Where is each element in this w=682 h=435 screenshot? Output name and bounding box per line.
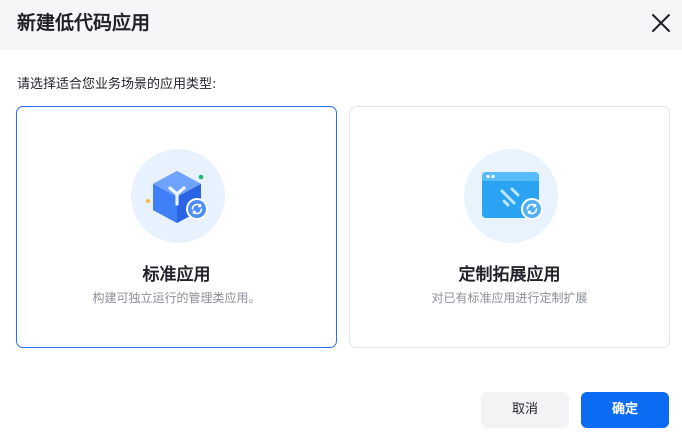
confirm-button[interactable]: 确定: [581, 392, 669, 428]
cancel-button[interactable]: 取消: [481, 392, 569, 428]
custom-extension-app-card[interactable]: 定制拓展应用 对已有标准应用进行定制扩展: [349, 106, 670, 348]
card-description: 对已有标准应用进行定制扩展: [431, 291, 588, 305]
card-title: 定制拓展应用: [458, 265, 561, 285]
card-title: 标准应用: [142, 265, 211, 285]
card-description: 构建可独立运行的管理类应用。: [92, 291, 261, 305]
close-icon[interactable]: [648, 10, 674, 36]
app-type-prompt: 请选择适合您业务场景的应用类型:: [17, 77, 217, 92]
standard-app-card[interactable]: 标准应用 构建可独立运行的管理类应用。: [16, 106, 337, 348]
dialog-header: 新建低代码应用: [0, 0, 682, 50]
cube-icon: [131, 149, 225, 243]
app-window-icon: [464, 149, 558, 243]
dialog-title: 新建低代码应用: [17, 12, 151, 34]
new-lowcode-app-dialog: 新建低代码应用 请选择适合您业务场景的应用类型: 标准应用 构建可独立运行的管理…: [0, 0, 682, 435]
